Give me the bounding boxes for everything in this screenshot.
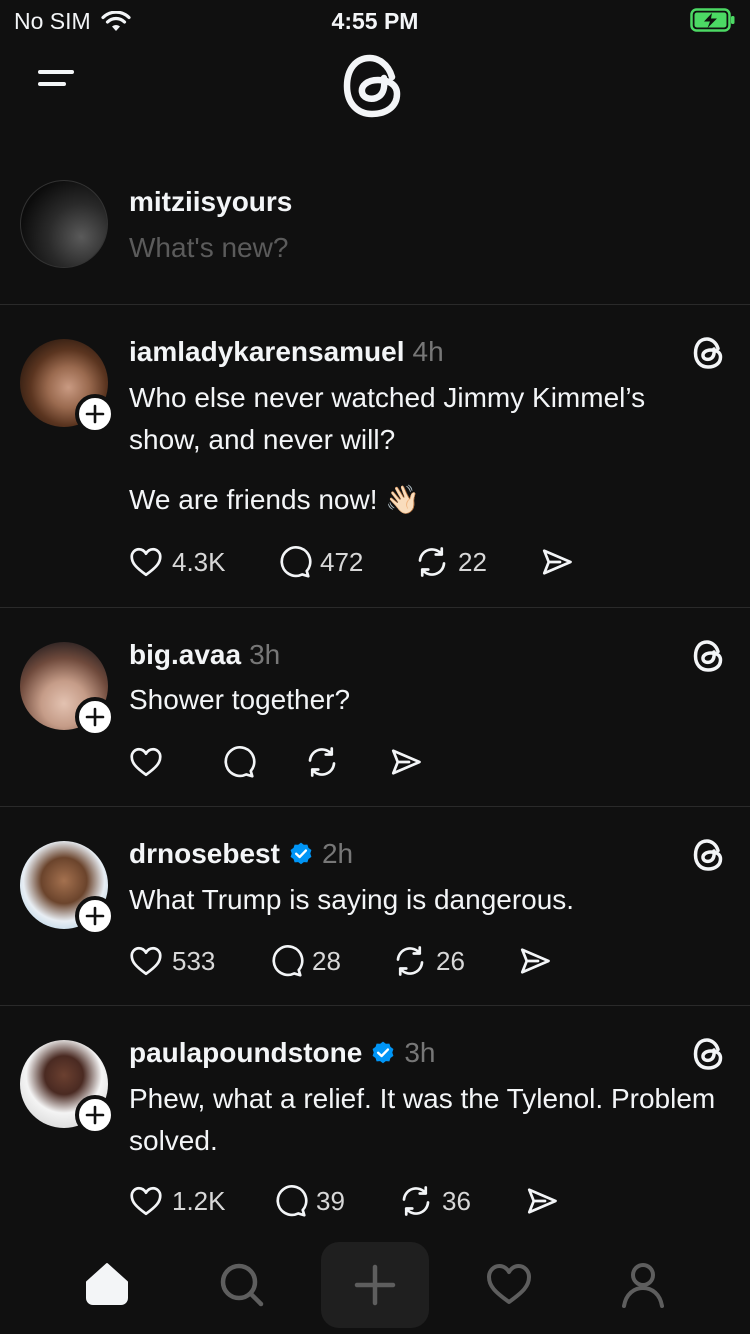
post-time: 3h — [404, 1037, 436, 1068]
avatar — [20, 180, 108, 268]
post[interactable]: big.avaa 3h Shower together? — [0, 609, 750, 807]
repost-button[interactable]: 36 — [398, 1183, 524, 1219]
plus-icon — [85, 707, 105, 727]
home-icon[interactable] — [83, 1260, 131, 1308]
plus-icon — [354, 1264, 396, 1306]
post-username[interactable]: big.avaa — [129, 639, 241, 671]
post-username[interactable]: paulapoundstone — [129, 1037, 362, 1069]
post-username[interactable]: drnosebest — [129, 838, 280, 870]
threads-logo-icon[interactable] — [340, 52, 408, 120]
comment-icon — [224, 746, 256, 778]
repost-button[interactable]: 22 — [414, 544, 539, 580]
reply-count: 28 — [312, 945, 341, 976]
plus-icon — [85, 1105, 105, 1125]
verified-badge-icon — [372, 1041, 394, 1064]
repost-icon — [418, 547, 446, 577]
activity-icon[interactable] — [485, 1260, 533, 1308]
reply-count: 39 — [316, 1185, 345, 1216]
compose-username: mitziisyours — [129, 186, 293, 217]
reply-button[interactable] — [220, 744, 304, 780]
like-count: 4.3K — [172, 546, 226, 577]
follow-button[interactable] — [75, 896, 115, 936]
follow-button[interactable] — [75, 697, 115, 737]
compose-placeholder[interactable]: What's new? — [129, 232, 288, 264]
threads-logo-icon[interactable] — [692, 838, 726, 872]
post-time: 2h — [321, 838, 354, 869]
like-button[interactable]: 533 — [128, 943, 268, 979]
bottom-nav — [0, 1240, 750, 1334]
repost-button[interactable]: 26 — [392, 943, 517, 979]
heart-icon — [130, 946, 162, 976]
create-post-button[interactable] — [321, 1242, 429, 1328]
share-icon — [542, 549, 572, 575]
profile-icon[interactable] — [619, 1260, 667, 1308]
plus-icon — [85, 906, 105, 926]
repost-icon — [396, 946, 424, 976]
reply-button[interactable]: 472 — [276, 544, 414, 580]
post[interactable]: paulapoundstone 3h Phew, what a relief. … — [0, 1007, 750, 1240]
comment-icon — [272, 945, 304, 977]
plus-icon — [85, 404, 105, 424]
threads-logo-icon[interactable] — [692, 336, 726, 370]
share-button[interactable] — [524, 1183, 560, 1219]
like-count: 1.2K — [172, 1185, 226, 1216]
heart-icon — [130, 1186, 162, 1216]
comment-icon — [280, 546, 312, 578]
threads-logo-icon[interactable] — [692, 639, 726, 673]
follow-button[interactable] — [75, 1095, 115, 1135]
like-button[interactable] — [128, 744, 220, 780]
comment-icon — [276, 1185, 308, 1217]
share-button[interactable] — [539, 544, 575, 580]
heart-icon — [130, 547, 162, 577]
post-time: 4h — [412, 336, 444, 367]
reply-count: 472 — [320, 546, 364, 577]
verified-badge-icon — [290, 842, 312, 865]
post-header: iamladykarensamuel 4h — [129, 336, 444, 368]
heart-icon — [130, 747, 162, 777]
repost-count: 26 — [436, 945, 465, 976]
like-button[interactable]: 4.3K — [128, 544, 276, 580]
post-actions: 4.3K 472 22 — [128, 542, 575, 582]
post-actions: 1.2K 39 36 — [128, 1181, 560, 1221]
reply-button[interactable]: 28 — [268, 943, 392, 979]
reply-button[interactable]: 39 — [272, 1183, 398, 1219]
post-time: 3h — [249, 639, 281, 670]
share-button[interactable] — [517, 943, 553, 979]
like-button[interactable]: 1.2K — [128, 1183, 272, 1219]
follow-button[interactable] — [75, 394, 115, 434]
post[interactable]: drnosebest 2h What Trump is saying is da… — [0, 808, 750, 1006]
post[interactable]: iamladykarensamuel 4h Who else never wat… — [0, 306, 750, 608]
post-actions: 533 28 26 — [128, 941, 553, 981]
post-text: What Trump is saying is dangerous. — [129, 884, 575, 915]
share-icon — [391, 749, 421, 775]
battery-charging-icon — [690, 8, 735, 32]
repost-icon — [402, 1186, 430, 1216]
post-header: drnosebest 2h — [129, 838, 353, 870]
repost-count: 36 — [442, 1185, 471, 1216]
post-header: big.avaa 3h — [129, 639, 280, 671]
status-bar: No SIM 4:55 PM — [0, 0, 750, 40]
post-header: paulapoundstone 3h — [129, 1037, 435, 1069]
compose-box[interactable]: mitziisyours What's new? — [0, 170, 750, 305]
repost-icon — [308, 747, 336, 777]
status-time: 4:55 PM — [331, 8, 419, 34]
share-icon — [527, 1188, 557, 1214]
post-username[interactable]: iamladykarensamuel — [129, 336, 405, 368]
like-count: 533 — [172, 945, 216, 976]
repost-count: 22 — [458, 546, 487, 577]
post-text-secondary: We are friends now! 👋🏻 — [129, 484, 421, 515]
threads-logo-icon[interactable] — [692, 1037, 726, 1071]
share-icon — [520, 948, 550, 974]
post-text: Who else never watched Jimmy Kimmel’s sh… — [129, 382, 646, 455]
post-actions — [128, 742, 424, 782]
post-text: Phew, what a relief. It was the Tylenol.… — [129, 1083, 716, 1156]
repost-button[interactable] — [304, 744, 388, 780]
top-bar — [0, 40, 750, 135]
share-button[interactable] — [388, 744, 424, 780]
search-icon[interactable] — [217, 1260, 265, 1308]
post-text: Shower together? — [129, 684, 351, 715]
menu-icon[interactable] — [38, 70, 74, 98]
